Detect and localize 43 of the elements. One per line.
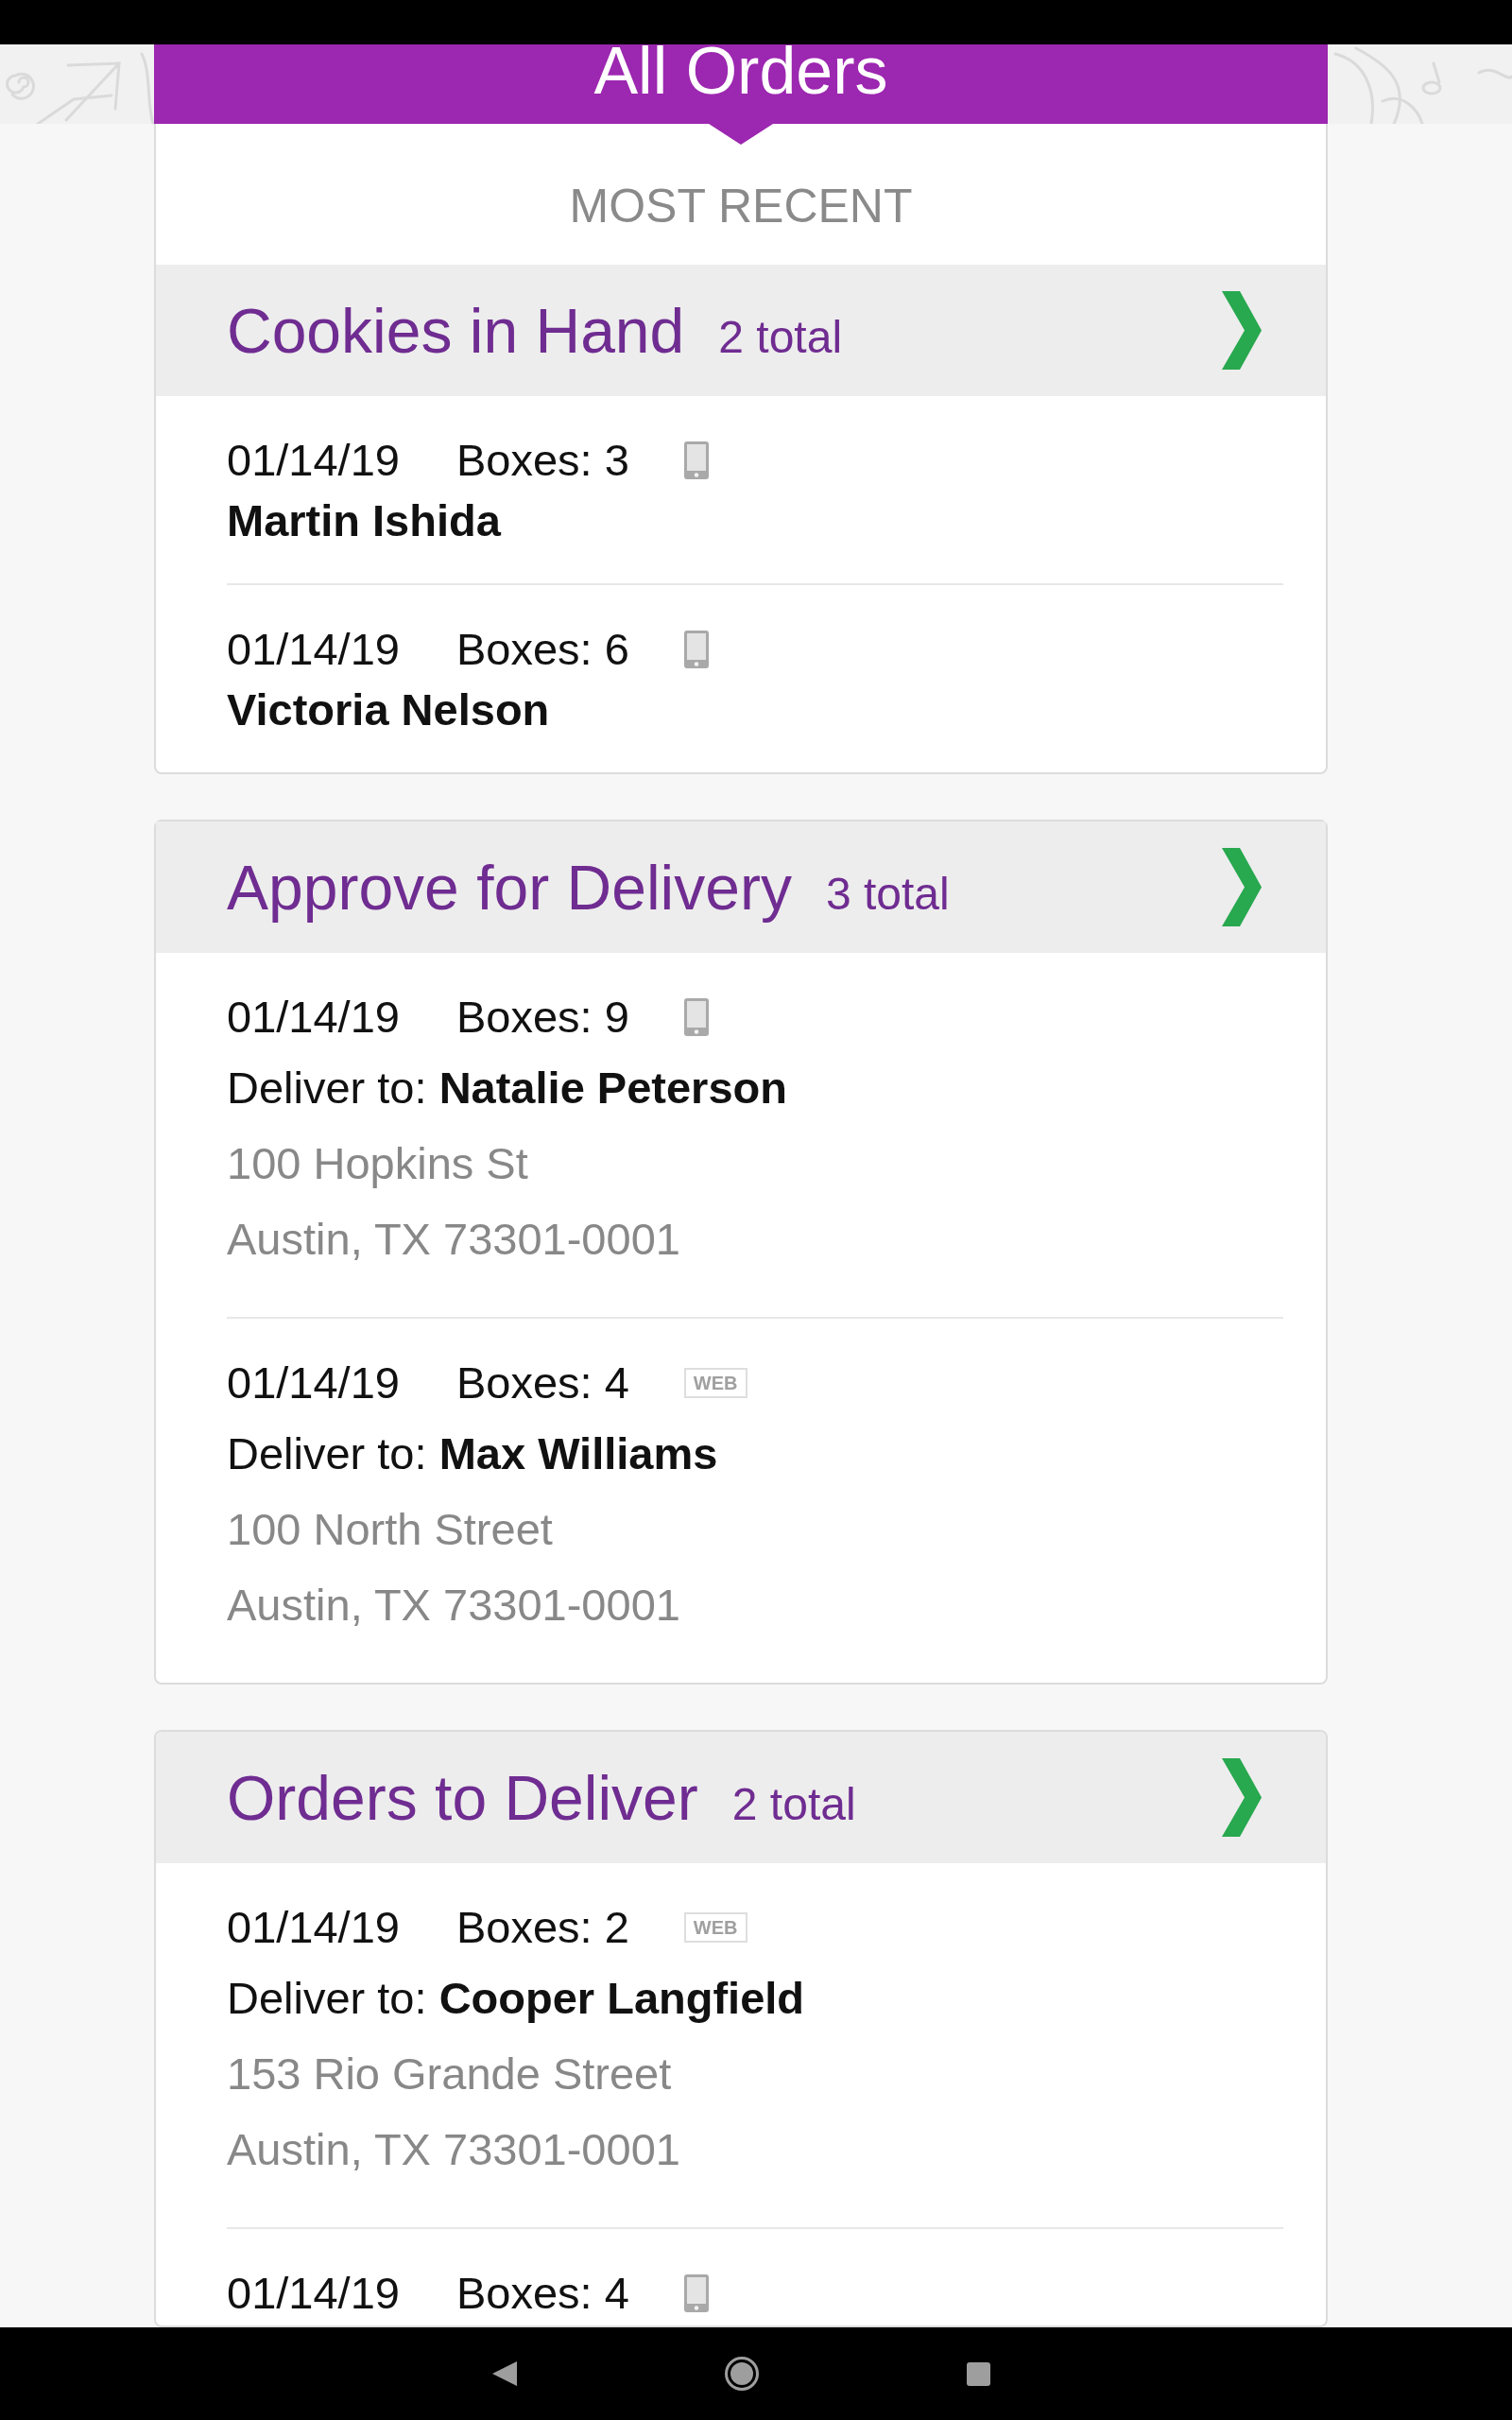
back-icon[interactable] [491,2361,517,2386]
section-count: 2 total [731,1777,856,1831]
box-count: Boxes: 2 [455,1901,629,1954]
source-badge: WEB [683,1368,747,1398]
order-date: 01/14/19 [227,991,400,1044]
home-icon[interactable] [724,2357,759,2391]
phone-icon [683,998,709,1036]
delivery-recipient: Deliver to: Natalie Peterson [227,1062,787,1115]
phone-icon [683,631,709,668]
section-title: Approve for Delivery [227,851,792,925]
section-title: Orders to Deliver [227,1761,698,1835]
address-line: Austin, TX 73301-0001 [227,1213,680,1266]
section-title: Cookies in Hand [227,294,685,368]
customer-name: Victoria Nelson [227,683,550,736]
order-date: 01/14/19 [227,623,400,676]
box-count: Boxes: 9 [455,991,629,1044]
page-title: All Orders [593,44,888,97]
customer-name: Martin Ishida [227,494,501,547]
address-line: Austin, TX 73301-0001 [227,2123,680,2176]
order-date: 01/14/19 [227,1357,400,1409]
delivery-recipient: Deliver to: Max Williams [227,1427,718,1480]
box-count: Boxes: 4 [455,2267,629,2320]
order-date: 01/14/19 [227,1901,400,1954]
box-count: Boxes: 3 [455,434,629,487]
sort-label: MOST RECENT [569,179,913,234]
address-line: Austin, TX 73301-0001 [227,1579,680,1632]
chevron-right-icon[interactable] [1222,291,1262,370]
phone-icon [683,2274,709,2312]
recent-apps-icon[interactable] [966,2361,990,2386]
chevron-right-icon[interactable] [1222,848,1262,926]
address-line: 153 Rio Grande Street [227,2048,672,2100]
phone-icon [683,441,709,479]
order-date: 01/14/19 [227,434,400,487]
section-count: 2 total [718,310,843,364]
box-count: Boxes: 6 [455,623,629,676]
section-count: 3 total [825,867,950,921]
delivery-recipient: Deliver to: Cooper Langfield [227,1972,805,2025]
order-date: 01/14/19 [227,2267,400,2320]
source-badge: WEB [683,1912,747,1943]
chevron-right-icon[interactable] [1222,1758,1262,1837]
address-line: 100 Hopkins St [227,1137,528,1190]
address-line: 100 North Street [227,1503,553,1556]
box-count: Boxes: 4 [455,1357,629,1409]
